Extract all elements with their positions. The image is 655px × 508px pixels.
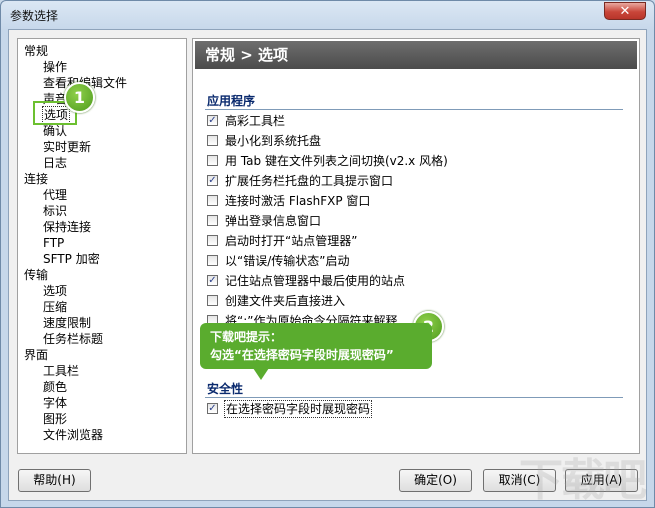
watermark: 下载吧	[519, 455, 647, 506]
help-button[interactable]: 帮助(H)	[18, 469, 91, 492]
tree-item[interactable]: FTP	[43, 235, 64, 251]
tree-item[interactable]: 颜色	[43, 379, 67, 395]
tree-category[interactable]: 常规	[24, 43, 48, 59]
tree-item[interactable]: 图形	[43, 411, 67, 427]
tree-item[interactable]: 任务栏标题	[43, 331, 103, 347]
tree-item[interactable]: 日志	[43, 155, 67, 171]
checkbox[interactable]	[207, 295, 218, 306]
checkbox[interactable]: ✓	[207, 175, 218, 186]
tree-item[interactable]: 实时更新	[43, 139, 91, 155]
tree-item[interactable]: 文件浏览器	[43, 427, 103, 443]
option-label: 弹出登录信息窗口	[225, 214, 322, 228]
tree-item[interactable]: 压缩	[43, 299, 67, 315]
tree-item[interactable]: 代理	[43, 187, 67, 203]
tree-item[interactable]: 确认	[43, 123, 67, 139]
option-label: 记住站点管理器中最后使用的站点	[225, 274, 406, 288]
options-panel: 常规 > 选项 应用程序 ✓ 高彩工具栏最小化到系统托盘用 Tab 键在文件列表之…	[192, 38, 640, 454]
tree-item[interactable]: 选项	[43, 283, 67, 299]
option-label: 高彩工具栏	[225, 114, 286, 128]
checkbox[interactable]	[207, 155, 218, 166]
option-label: 以“错误/传输状态”启动	[225, 254, 350, 268]
option-label: 启动时打开“站点管理器”	[225, 234, 358, 248]
panel-header: 常规 > 选项	[195, 41, 637, 69]
section-title-security: 安全性	[207, 382, 244, 396]
section-divider	[205, 109, 623, 110]
hint-tooltip: 下载吧提示： 勾选“在选择密码字段时展现密码”	[200, 323, 432, 369]
option-label: 创建文件夹后直接进入	[225, 294, 346, 308]
option-label: 在选择密码字段时展现密码	[223, 400, 373, 418]
hint-line-1: 下载吧提示：	[210, 330, 283, 344]
tree-item[interactable]: 操作	[43, 59, 67, 75]
tree-category[interactable]: 传输	[24, 267, 48, 283]
checkbox[interactable]	[207, 195, 218, 206]
tree-item[interactable]: 字体	[43, 395, 67, 411]
option-label: 连接时激活 FlashFXP 窗口	[225, 194, 371, 208]
ok-button[interactable]: 确定(O)	[399, 469, 472, 492]
preferences-window: 参数选择 ✕ 常规操作查看和编辑文件声音选项确认实时更新日志连接代理标识保持连接…	[0, 0, 655, 508]
checkbox[interactable]	[207, 235, 218, 246]
tree-item[interactable]: 标识	[43, 203, 67, 219]
option-label: 最小化到系统托盘	[225, 134, 322, 148]
tree-item[interactable]: 工具栏	[43, 363, 79, 379]
tree-category[interactable]: 连接	[24, 171, 48, 187]
tree-category[interactable]: 界面	[24, 347, 48, 363]
tree-item[interactable]: 速度限制	[43, 315, 91, 331]
checkbox[interactable]	[207, 215, 218, 226]
checkbox[interactable]	[207, 135, 218, 146]
hint-tooltip-tail	[253, 368, 269, 380]
option-label: 用 Tab 键在文件列表之间切换(v2.x 风格)	[225, 154, 448, 168]
section-title-application: 应用程序	[207, 94, 256, 108]
tree-item[interactable]: SFTP 加密	[43, 251, 100, 267]
hint-line-2: 勾选“在选择密码字段时展现密码”	[210, 348, 394, 362]
checkbox[interactable]	[207, 255, 218, 266]
title-bar[interactable]: 参数选择 ✕	[1, 1, 654, 29]
option-label: 扩展任务栏托盘的工具提示窗口	[225, 174, 394, 188]
close-button[interactable]: ✕	[604, 2, 646, 20]
window-title: 参数选择	[10, 9, 59, 23]
section-divider	[205, 397, 623, 398]
checkbox[interactable]: ✓	[207, 115, 218, 126]
tree-item[interactable]: 保持连接	[43, 219, 91, 235]
step-badge-1: 1	[64, 82, 95, 113]
checkbox[interactable]: ✓	[207, 403, 218, 414]
dialog-client: 常规操作查看和编辑文件声音选项确认实时更新日志连接代理标识保持连接FTPSFTP…	[8, 29, 647, 501]
checkbox[interactable]: ✓	[207, 275, 218, 286]
